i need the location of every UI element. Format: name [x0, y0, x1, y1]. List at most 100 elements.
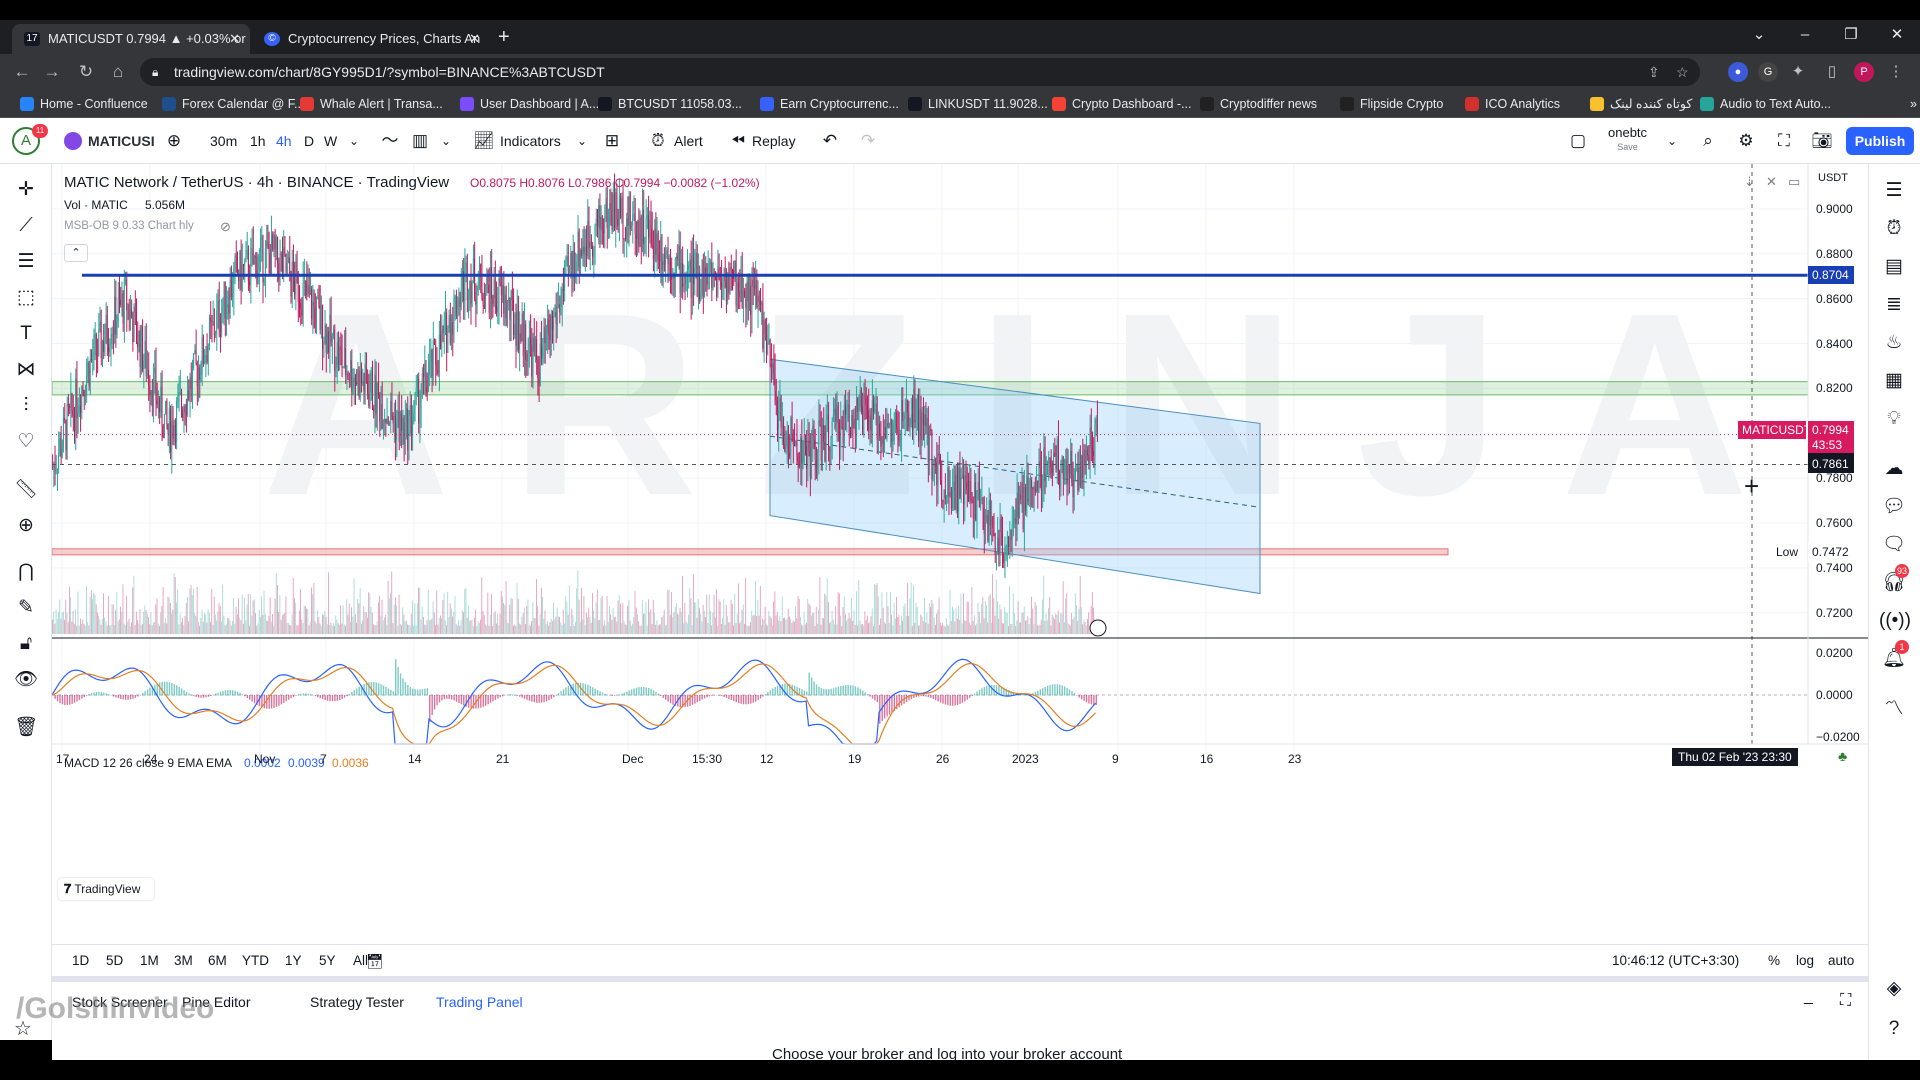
sidepanel-icon[interactable]: ▯: [1822, 62, 1842, 82]
draw-lock-icon[interactable]: ✎: [12, 594, 40, 622]
symbol-search[interactable]: MATICUSI: [88, 130, 155, 152]
broadcast-icon[interactable]: ((•)): [1879, 606, 1911, 636]
range-YTD[interactable]: YTD: [242, 953, 269, 968]
bookmark-item[interactable]: کوتاه کننده لینک: [1590, 94, 1692, 114]
reload-icon[interactable]: ↻: [74, 60, 98, 84]
back-icon[interactable]: ←: [10, 60, 34, 84]
collapse-legend-icon[interactable]: ⌃: [64, 244, 88, 262]
hotlist-fire-icon[interactable]: ♨: [1879, 328, 1909, 358]
trash-icon[interactable]: 🗑︎: [12, 714, 40, 742]
bookmark-item[interactable]: Audio to Text Auto...: [1700, 94, 1831, 114]
hotlists-icon[interactable]: ≣: [1879, 290, 1909, 320]
prediction-icon[interactable]: ⫶: [12, 392, 40, 420]
interval-W[interactable]: W: [324, 130, 337, 152]
lock-icon[interactable]: 🔓︎: [12, 630, 40, 658]
notifications-icon[interactable]: 🎧︎ 93: [1879, 564, 1909, 598]
bookmark-star-icon[interactable]: ☆: [1676, 58, 1689, 86]
tree-icon[interactable]: ♣: [1838, 748, 1847, 764]
layout-name-button[interactable]: onebtc Save: [1608, 126, 1647, 154]
bookmark-item[interactable]: User Dashboard | A...: [460, 94, 599, 114]
star-favorites-icon[interactable]: ☆: [14, 1016, 32, 1041]
pane-maximize-icon[interactable]: ▭: [1788, 174, 1800, 190]
bookmark-item[interactable]: Flipside Crypto: [1340, 94, 1443, 114]
hide-eye-icon[interactable]: ⊘: [220, 219, 231, 235]
ruler-icon[interactable]: 📏︎: [12, 476, 40, 504]
pane-down-icon[interactable]: ⇣: [1744, 174, 1755, 190]
interval-dropdown-icon[interactable]: ⌄: [342, 129, 366, 153]
data-window-icon[interactable]: ▤: [1879, 252, 1909, 282]
home-icon[interactable]: ⌂: [106, 60, 130, 84]
range-1D[interactable]: 1D: [72, 953, 89, 968]
range-All[interactable]: All: [353, 953, 368, 968]
chart-type-dropdown-icon[interactable]: ⌄: [434, 129, 458, 153]
utc-clock[interactable]: 10:46:12 (UTC+3:30): [1612, 953, 1739, 968]
layers-icon[interactable]: ◈: [1879, 974, 1909, 1004]
extension-icon[interactable]: G: [1758, 62, 1778, 82]
trendline-icon[interactable]: ⟋: [12, 212, 40, 240]
bookmark-item[interactable]: LINKUSDT 11.9028...: [908, 94, 1048, 114]
trend-icon[interactable]: 〽: [1879, 694, 1909, 724]
layout-dropdown-icon[interactable]: ⌄: [1660, 129, 1684, 153]
chats-icon[interactable]: 💬︎: [1879, 492, 1909, 522]
more-bookmarks-button[interactable]: »: [1890, 94, 1917, 114]
pane-collapse-icon[interactable]: ✕: [1766, 174, 1777, 190]
log-toggle[interactable]: log: [1796, 953, 1814, 968]
tab-search-icon[interactable]: ⌄: [1736, 20, 1782, 50]
bookmark-item[interactable]: Home - Confluence: [20, 94, 148, 114]
interval-D[interactable]: D: [304, 130, 314, 152]
indicators-button[interactable]: Indicators: [500, 130, 561, 152]
watchlist-icon[interactable]: ☰: [1879, 176, 1909, 206]
extension-icon[interactable]: ●: [1728, 62, 1748, 82]
range-6M[interactable]: 6M: [208, 953, 227, 968]
restore-icon[interactable]: ❐: [1828, 20, 1874, 50]
chart-canvas[interactable]: ARZINJA+: [52, 164, 1868, 944]
patterns-icon[interactable]: ⋈: [12, 356, 40, 384]
bookmark-item[interactable]: Cryptodiffer news: [1200, 94, 1317, 114]
range-5D[interactable]: 5D: [106, 953, 123, 968]
interval-30m[interactable]: 30m: [210, 130, 237, 152]
calendar-icon[interactable]: ▦: [1879, 366, 1909, 396]
close-window-icon[interactable]: ✕: [1874, 20, 1920, 50]
crosshair-icon[interactable]: ✛: [12, 176, 40, 204]
bookmark-item[interactable]: ICO Analytics: [1465, 94, 1560, 114]
bookmark-item[interactable]: Whale Alert | Transa...: [300, 94, 443, 114]
replay-button[interactable]: Replay: [752, 130, 796, 152]
browser-tab-active[interactable]: 17 MATICUSDT 0.7994 ▲ +0.03% or ✕: [12, 24, 250, 54]
url-input[interactable]: 🔒︎ tradingview.com/chart/8GY995D1/?symbo…: [140, 58, 1700, 86]
compare-add-icon[interactable]: ⊕: [162, 129, 186, 153]
auto-toggle[interactable]: auto: [1828, 953, 1854, 968]
zoom-icon[interactable]: ⊕: [12, 512, 40, 540]
fullscreen-icon[interactable]: ⛶: [1772, 129, 1796, 153]
fib-icon[interactable]: ☰: [12, 248, 40, 276]
favorites-heart-icon[interactable]: ♡: [12, 428, 40, 456]
new-tab-button[interactable]: +: [498, 26, 510, 49]
profile-avatar[interactable]: P: [1854, 62, 1874, 82]
maximize-panel-icon[interactable]: ⛶: [1840, 992, 1851, 1010]
range-5Y[interactable]: 5Y: [319, 953, 336, 968]
bookmark-item[interactable]: Forex Calendar @ F...: [162, 94, 304, 114]
range-3M[interactable]: 3M: [174, 953, 193, 968]
bell-icon[interactable]: 🔔︎ 1: [1879, 640, 1909, 674]
alert-button[interactable]: Alert: [674, 130, 703, 152]
browser-tab[interactable]: © Cryptocurrency Prices, Charts An ✕: [252, 24, 490, 54]
bookmark-item[interactable]: Crypto Dashboard -...: [1052, 94, 1192, 114]
share-icon[interactable]: ⇪: [1648, 58, 1660, 86]
indicators-dropdown-icon[interactable]: ⌄: [570, 129, 594, 153]
messages-icon[interactable]: 🗨︎: [1879, 530, 1909, 560]
eye-icon[interactable]: 👁︎: [12, 666, 40, 694]
redo-icon[interactable]: ↷: [856, 129, 880, 153]
menu-icon[interactable]: ⋮: [1886, 62, 1906, 82]
currency-selector[interactable]: USDT: [1818, 172, 1848, 184]
percent-toggle[interactable]: %: [1768, 953, 1780, 968]
minimize-panel-icon[interactable]: _: [1804, 988, 1813, 1006]
tab-strategy-tester[interactable]: Strategy Tester: [310, 994, 404, 1010]
puzzle-icon[interactable]: ✦: [1788, 62, 1808, 82]
alerts-clock-icon[interactable]: ⏰︎: [1879, 214, 1909, 244]
range-1Y[interactable]: 1Y: [285, 953, 302, 968]
goto-date-icon[interactable]: 📅︎: [366, 953, 384, 970]
close-tab-icon[interactable]: ✕: [229, 24, 240, 54]
bookmark-item[interactable]: Earn Cryptocurrenc...: [760, 94, 899, 114]
text-icon[interactable]: T: [12, 320, 40, 348]
ideas-bulb-icon[interactable]: 💡︎: [1879, 404, 1909, 434]
magnet-icon[interactable]: ⋂: [12, 558, 40, 586]
